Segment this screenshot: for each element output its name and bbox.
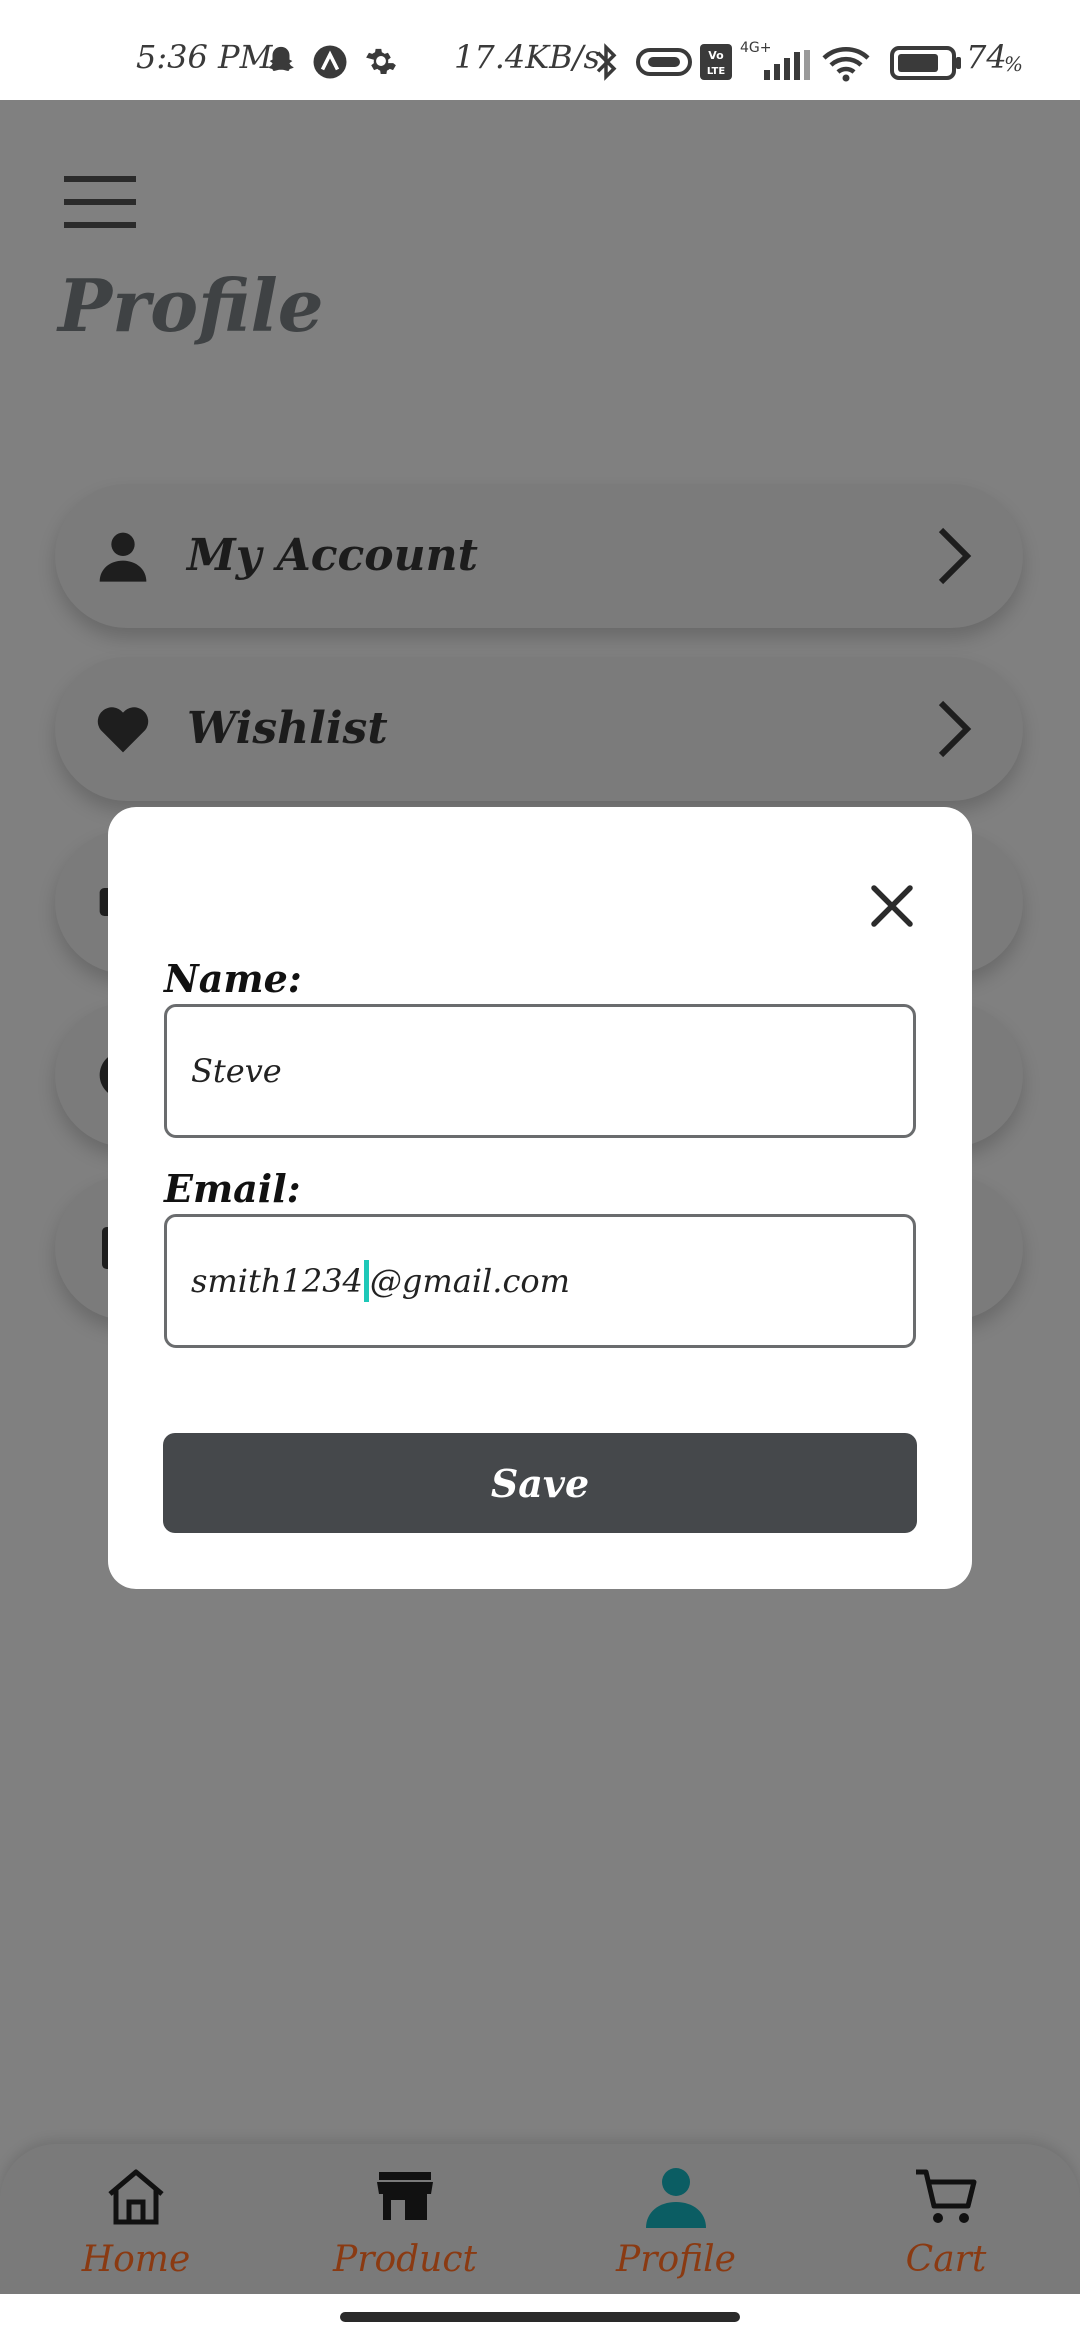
chevron-right-icon	[938, 527, 972, 585]
email-field[interactable]: smith1234 @gmail.com	[164, 1214, 916, 1348]
store-icon	[377, 2172, 433, 2220]
volte-icon: Vo LTE	[700, 44, 732, 80]
menu-icon[interactable]	[64, 176, 136, 228]
heart-icon	[97, 707, 149, 753]
bottom-nav: Home Product Profile Cart	[0, 2144, 1080, 2294]
nav-label-cart: Cart	[905, 2239, 987, 2280]
chevron-right-icon	[938, 700, 972, 758]
home-icon	[108, 2169, 164, 2225]
nav-item-profile[interactable]: Profile	[576, 2144, 776, 2294]
status-bar: 5:36 PM 17.4KB/s Vo LTE 4G+ 74 %	[0, 0, 1080, 100]
status-speed: 17.4KB/s	[454, 38, 600, 76]
svg-text:Vo: Vo	[708, 49, 724, 62]
person-icon	[646, 2168, 706, 2228]
battery-level: 74	[966, 38, 1007, 76]
ghost-icon	[268, 46, 294, 71]
cart-icon	[916, 2169, 977, 2223]
menu-item-wishlist[interactable]: Wishlist	[55, 657, 1023, 801]
name-value: Steve	[191, 1052, 282, 1090]
nav-label-home: Home	[81, 2239, 191, 2280]
close-icon[interactable]	[860, 874, 924, 938]
signal-icon	[764, 50, 810, 80]
app-a-icon	[313, 45, 347, 79]
nav-label-profile: Profile	[616, 2239, 736, 2280]
email-label: Email:	[164, 1166, 301, 1211]
battery-icon	[890, 46, 961, 80]
home-indicator[interactable]	[340, 2312, 740, 2322]
nav-item-product[interactable]: Product	[305, 2144, 505, 2294]
battery-unit: %	[1004, 52, 1024, 76]
email-value-end: @gmail.com	[369, 1262, 570, 1300]
save-button[interactable]: Save	[163, 1433, 917, 1533]
nav-item-home[interactable]: Home	[36, 2144, 236, 2294]
gear-icon	[366, 48, 396, 75]
text-caret	[363, 1260, 369, 1302]
page-title: Profile	[58, 263, 324, 348]
status-time: 5:36 PM	[136, 38, 273, 76]
edit-profile-dialog: Name: Steve Email: smith1234 @gmail.com S…	[108, 807, 972, 1589]
email-value-start: smith1234	[191, 1262, 363, 1300]
menu-item-label: Wishlist	[187, 703, 388, 754]
wifi-icon	[822, 47, 870, 82]
menu-item-label: My Account	[187, 530, 478, 581]
menu-item-my-account[interactable]: My Account	[55, 484, 1023, 628]
svg-text:LTE: LTE	[707, 66, 726, 77]
person-icon	[99, 532, 147, 582]
name-field[interactable]: Steve	[164, 1004, 916, 1138]
nav-label-product: Product	[333, 2239, 477, 2280]
nav-item-cart[interactable]: Cart	[846, 2144, 1046, 2294]
name-label: Name:	[164, 956, 302, 1001]
link-icon	[636, 48, 692, 76]
bluetooth-icon	[596, 43, 617, 81]
